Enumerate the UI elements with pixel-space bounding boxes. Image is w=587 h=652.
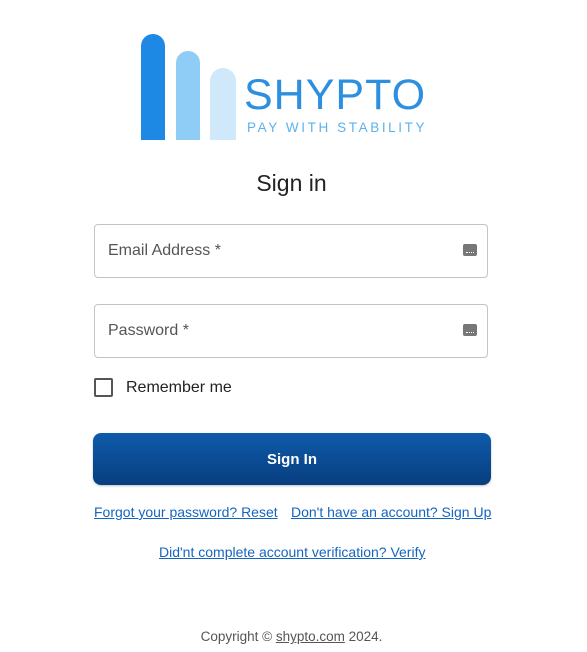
logo-tagline: PAY WITH STABILITY	[247, 120, 428, 135]
sign-up-link[interactable]: Don't have an account? Sign Up	[291, 504, 491, 520]
remember-checkbox[interactable]	[94, 378, 113, 397]
email-field[interactable]: Email Address *	[94, 224, 488, 278]
footer-domain-link[interactable]: shypto.com	[276, 629, 345, 644]
remember-label: Remember me	[126, 378, 232, 396]
logo-bar-1	[141, 34, 165, 140]
sign-in-button[interactable]: Sign In	[93, 433, 491, 485]
footer-copyright: Copyright © shypto.com 2024.	[0, 629, 583, 644]
logo-bar-2	[176, 51, 200, 140]
shypto-logo: SHYPTO PAY WITH STABILITY	[140, 34, 440, 140]
password-manager-key-icon[interactable]	[463, 324, 477, 336]
forgot-password-link[interactable]: Forgot your password? Reset	[94, 504, 278, 520]
remember-me[interactable]: Remember me	[94, 378, 232, 397]
logo-brand-name: SHYPTO	[244, 71, 427, 119]
logo-bar-3	[210, 68, 236, 140]
verify-account-link[interactable]: Did'nt complete account verification? Ve…	[159, 544, 425, 560]
footer-year: 2024.	[348, 629, 383, 644]
password-field[interactable]: Password *	[94, 304, 488, 358]
footer-prefix: Copyright ©	[200, 629, 273, 644]
page-title: Sign in	[256, 170, 327, 196]
password-manager-key-icon[interactable]	[463, 244, 477, 256]
